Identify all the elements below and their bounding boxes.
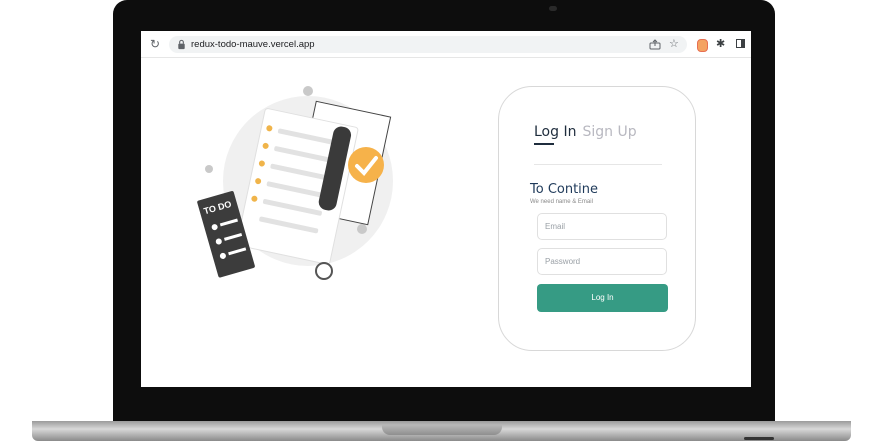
check-badge [348, 147, 384, 183]
email-input[interactable]: Email [537, 213, 667, 240]
side-panel-icon[interactable] [736, 39, 745, 48]
laptop-vent [744, 437, 774, 440]
reload-icon[interactable]: ↻ [150, 37, 160, 51]
tab-signup[interactable]: Sign Up [582, 124, 636, 140]
auth-card: Log In Sign Up To Contine We need name & … [498, 86, 696, 351]
active-tab-indicator [534, 143, 554, 145]
address-bar[interactable]: redux-todo-mauve.vercel.app ☆ [169, 36, 687, 53]
decor-dot-top [303, 86, 313, 96]
laptop-screen: ↻ redux-todo-mauve.vercel.app ☆ ✱ TO DO … [141, 31, 751, 387]
browser-toolbar: ↻ redux-todo-mauve.vercel.app ☆ ✱ [141, 31, 751, 58]
puzzle-extensions-icon[interactable]: ✱ [716, 37, 725, 51]
tab-login[interactable]: Log In [534, 124, 576, 140]
webcam [549, 6, 557, 11]
login-button[interactable]: Log In [537, 284, 668, 312]
form-heading: To Contine [530, 182, 599, 197]
todo-illustration: TO DO [197, 86, 393, 280]
decor-dot-right [357, 224, 367, 234]
auth-tabs: Log In Sign Up [534, 123, 637, 141]
lock-icon [178, 39, 185, 50]
bookmark-star-icon[interactable]: ☆ [669, 37, 679, 51]
form-subheading: We need name & Email [530, 199, 593, 205]
scissors [315, 262, 333, 280]
share-icon[interactable] [649, 39, 661, 50]
laptop-notch [382, 425, 502, 435]
decor-dot-left [205, 165, 213, 173]
url-text: redux-todo-mauve.vercel.app [191, 39, 315, 50]
extension-icon[interactable] [697, 39, 708, 52]
password-input[interactable]: Password [537, 248, 667, 275]
divider [534, 164, 662, 165]
